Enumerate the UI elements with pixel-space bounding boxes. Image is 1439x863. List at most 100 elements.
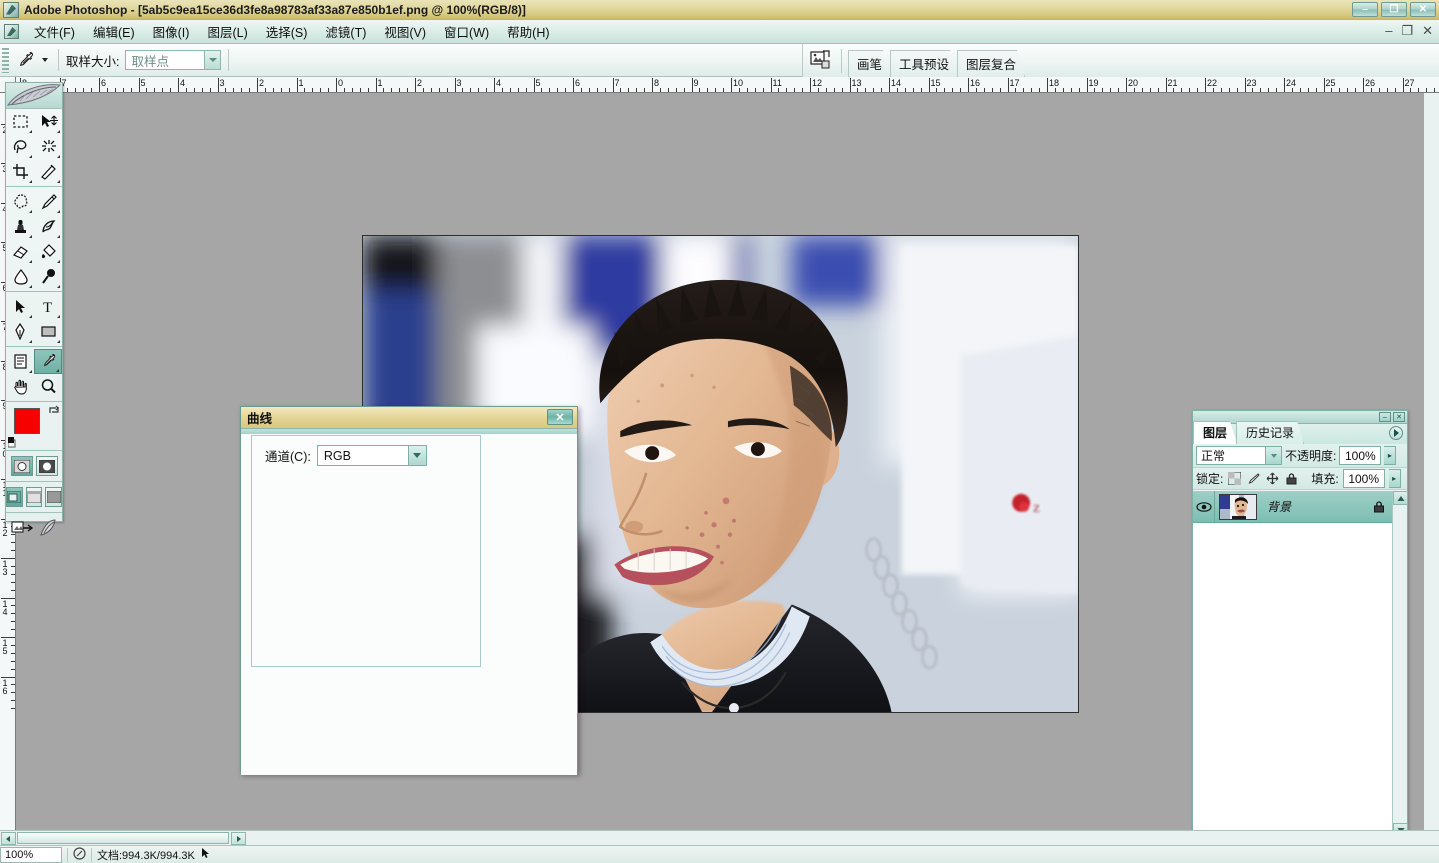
- swap-colors-icon[interactable]: [48, 404, 60, 419]
- quick-mask-mode-icon[interactable]: [36, 456, 58, 476]
- lasso-tool-icon[interactable]: [6, 134, 34, 159]
- menu-item-view[interactable]: 视图(V): [375, 19, 435, 44]
- ruler-major-tick: [573, 78, 574, 93]
- ruler-major-tick: [257, 78, 258, 93]
- fill-field[interactable]: 100%: [1343, 469, 1385, 488]
- eraser-tool-icon[interactable]: [6, 239, 34, 264]
- zoom-level-field[interactable]: 100%: [0, 847, 62, 863]
- status-proxy-icon[interactable]: [73, 847, 86, 863]
- menu-item-layer[interactable]: 图层(L): [198, 19, 256, 44]
- ruler-major-tick: [968, 78, 969, 93]
- menu-item-image[interactable]: 图像(I): [144, 19, 199, 44]
- sample-size-select[interactable]: 取样点: [125, 50, 221, 70]
- jump-to-imageready-icon[interactable]: [11, 519, 33, 540]
- eyedropper-icon[interactable]: [13, 48, 39, 72]
- ruler-major-tick: [139, 78, 140, 93]
- canvas-vertical-scrollbar[interactable]: [1424, 93, 1439, 845]
- move-tool-icon[interactable]: [34, 109, 62, 134]
- type-tool-icon[interactable]: T: [34, 294, 62, 319]
- svg-text:Z: Z: [1033, 503, 1040, 515]
- blend-mode-select[interactable]: 正常: [1196, 446, 1282, 465]
- menu-item-help[interactable]: 帮助(H): [498, 19, 558, 44]
- path-selection-tool-icon[interactable]: [6, 294, 34, 319]
- menu-item-edit[interactable]: 编辑(E): [84, 19, 144, 44]
- healing-brush-tool-icon[interactable]: [6, 189, 34, 214]
- tool-preset-chevron-down-icon[interactable]: [39, 49, 51, 71]
- lock-image-icon[interactable]: [1246, 471, 1261, 486]
- default-colors-icon[interactable]: [8, 437, 19, 448]
- ruler-label: 5: [141, 79, 146, 88]
- full-screen-mode-icon[interactable]: [45, 487, 62, 507]
- doc-minimize-icon[interactable]: –: [1385, 24, 1392, 37]
- hand-tool-icon[interactable]: [6, 374, 34, 399]
- tab-layer-comps[interactable]: 图层复合: [957, 50, 1025, 77]
- layer-list-scrollbar[interactable]: [1392, 491, 1407, 837]
- tab-history[interactable]: 历史记录: [1236, 421, 1304, 444]
- horizontal-scroll-thumb[interactable]: [17, 832, 229, 844]
- curves-dialog-titlebar[interactable]: 曲线 ✕: [241, 407, 577, 429]
- minimize-button[interactable]: –: [1352, 2, 1378, 17]
- history-brush-tool-icon[interactable]: [34, 214, 62, 239]
- foreground-color-swatch[interactable]: [14, 408, 40, 434]
- scroll-right-arrow-icon[interactable]: [231, 832, 246, 845]
- scroll-up-arrow-icon[interactable]: [1393, 491, 1408, 505]
- jump-to-buttons: [6, 515, 62, 544]
- panel-minimize-icon[interactable]: –: [1379, 412, 1391, 422]
- menu-item-select[interactable]: 选择(S): [257, 19, 317, 44]
- layer-list[interactable]: 背景: [1193, 491, 1407, 837]
- horizontal-ruler[interactable]: 8765432101234567891011121314151617181920…: [16, 77, 1439, 93]
- close-button[interactable]: ✕: [1410, 2, 1436, 17]
- magic-wand-tool-icon[interactable]: [34, 134, 62, 159]
- tool-corner-marker: [56, 369, 59, 372]
- jump-to-other-icon[interactable]: [39, 519, 57, 540]
- restore-button[interactable]: ❐: [1381, 2, 1407, 17]
- lock-position-icon[interactable]: [1265, 471, 1280, 486]
- panel-close-icon[interactable]: ✕: [1393, 412, 1405, 422]
- toolbox-header[interactable]: [6, 83, 62, 109]
- ruler-major-tick: [1363, 78, 1364, 93]
- notes-tool-icon[interactable]: [6, 349, 34, 374]
- curves-close-button[interactable]: ✕: [547, 409, 573, 425]
- dodge-tool-icon[interactable]: [34, 264, 62, 289]
- rectangle-tool-icon[interactable]: [34, 319, 62, 344]
- slice-tool-icon[interactable]: [34, 159, 62, 184]
- toolbox-separator-5: [6, 450, 62, 451]
- eye-icon[interactable]: [1193, 491, 1215, 523]
- standard-screen-mode-icon[interactable]: [6, 487, 23, 507]
- clone-stamp-tool-icon[interactable]: [6, 214, 34, 239]
- doc-restore-icon[interactable]: ❐: [1401, 24, 1413, 37]
- marquee-tool-icon[interactable]: [6, 109, 34, 134]
- blur-tool-icon[interactable]: [6, 264, 34, 289]
- ruler-label: 27: [1405, 79, 1415, 88]
- menu-item-window[interactable]: 窗口(W): [435, 19, 498, 44]
- tab-layers[interactable]: 图层: [1193, 421, 1237, 444]
- palette-well-icon[interactable]: [809, 49, 833, 73]
- tab-brushes[interactable]: 画笔: [848, 50, 891, 77]
- opacity-stepper[interactable]: ▸: [1384, 446, 1396, 465]
- channel-select[interactable]: RGB: [317, 445, 427, 466]
- brush-tool-icon[interactable]: [34, 189, 62, 214]
- layer-thumbnail[interactable]: [1219, 494, 1257, 520]
- canvas-horizontal-scrollbar[interactable]: [0, 830, 1439, 845]
- scroll-left-arrow-icon[interactable]: [1, 832, 16, 845]
- lock-transparency-icon[interactable]: [1227, 471, 1242, 486]
- tab-tool-presets[interactable]: 工具预设: [890, 50, 958, 77]
- options-bar-grip[interactable]: [2, 48, 9, 73]
- lock-all-icon[interactable]: [1284, 471, 1299, 486]
- tool-corner-marker: [29, 130, 32, 133]
- panel-menu-icon[interactable]: [1389, 426, 1403, 440]
- doc-close-icon[interactable]: ✕: [1422, 24, 1433, 37]
- opacity-field[interactable]: 100%: [1339, 446, 1381, 465]
- crop-tool-icon[interactable]: [6, 159, 34, 184]
- pen-tool-icon[interactable]: [6, 319, 34, 344]
- menu-item-filter[interactable]: 滤镜(T): [316, 19, 375, 44]
- zoom-tool-icon[interactable]: [34, 374, 62, 399]
- full-screen-menubar-mode-icon[interactable]: [26, 487, 43, 507]
- menu-item-file[interactable]: 文件(F): [25, 19, 84, 44]
- toolbox: T: [5, 82, 63, 522]
- paint-bucket-tool-icon[interactable]: [34, 239, 62, 264]
- fill-stepper[interactable]: ▸: [1389, 469, 1401, 488]
- eyedropper-tool-icon[interactable]: [34, 349, 62, 374]
- table-row[interactable]: 背景: [1193, 491, 1407, 523]
- standard-mask-mode-icon[interactable]: [11, 456, 33, 476]
